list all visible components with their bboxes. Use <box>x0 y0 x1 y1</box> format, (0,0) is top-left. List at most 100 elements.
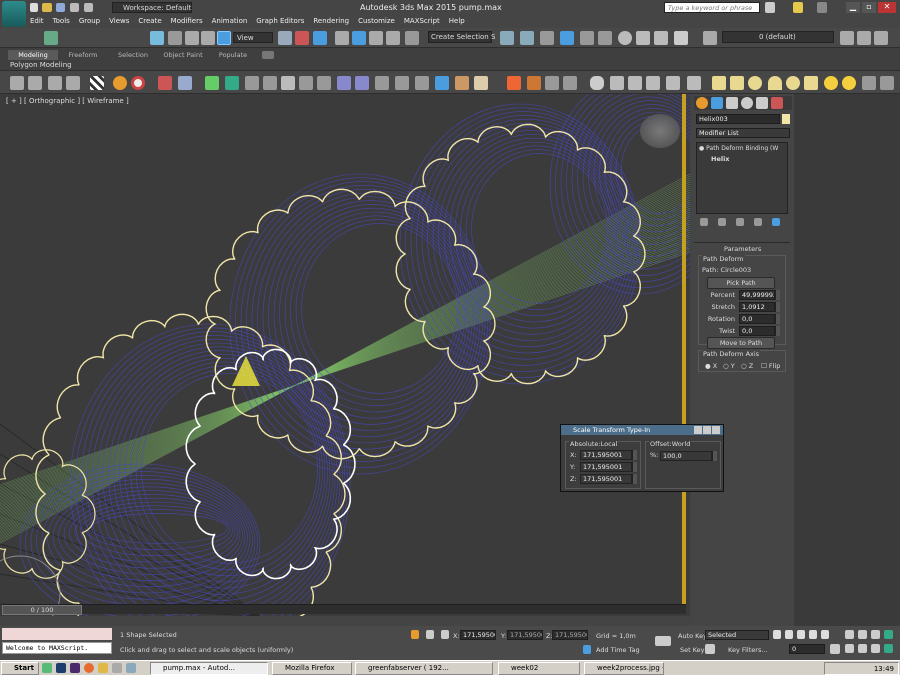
menu-rendering[interactable]: Rendering <box>313 17 349 25</box>
teapot-icon[interactable] <box>590 76 604 90</box>
ribbon-tab-object-paint[interactable]: Object Paint <box>158 50 208 60</box>
toolbar2-icon-19[interactable] <box>545 76 559 90</box>
toolbar2-icon-20[interactable] <box>563 76 577 90</box>
select-region-icon[interactable] <box>150 31 164 45</box>
particles-icon[interactable] <box>178 76 192 90</box>
percent-snap-icon[interactable] <box>369 31 383 45</box>
lock-icon[interactable] <box>281 76 295 90</box>
create-tab-icon[interactable] <box>696 97 708 109</box>
sun-icon[interactable] <box>842 76 856 90</box>
pick-path-button[interactable]: Pick Path <box>707 277 775 289</box>
add-time-tag[interactable]: Add Time Tag <box>596 646 640 654</box>
viewport-label[interactable]: [ + ] [ Orthographic ] [ Wireframe ] <box>6 97 129 105</box>
quicklaunch-icon-7[interactable] <box>126 663 136 673</box>
y-coord-field[interactable]: 171,59500 <box>507 630 543 640</box>
toolbar2-icon-21[interactable] <box>666 76 680 90</box>
scene-explorer-icon[interactable] <box>560 31 574 45</box>
layer-explorer-icon[interactable] <box>874 31 888 45</box>
set-key-icon[interactable] <box>705 644 715 654</box>
spinner-percent[interactable] <box>775 290 780 300</box>
quicklaunch-icon-1[interactable] <box>42 663 52 673</box>
pan-icon[interactable] <box>858 644 867 653</box>
maximize-button[interactable]: ▫ <box>862 2 876 13</box>
toolbar2-icon-18[interactable] <box>527 76 541 90</box>
play-icon[interactable] <box>797 630 805 639</box>
toolbar2-icon-9[interactable] <box>337 76 351 90</box>
toolbar2-icon-7[interactable] <box>299 76 313 90</box>
schematic-view-icon[interactable] <box>598 31 612 45</box>
dialog-close-button[interactable] <box>712 426 720 434</box>
ribbon-options-icon[interactable] <box>262 51 274 59</box>
ribbon-tab-selection[interactable]: Selection <box>108 50 158 60</box>
field-rotation[interactable]: 0,0 <box>739 314 775 324</box>
app-logo-icon[interactable] <box>2 1 26 27</box>
abs-spinner-0[interactable] <box>632 450 637 460</box>
open-icon[interactable] <box>42 3 52 12</box>
previous-frame-icon[interactable] <box>785 630 793 639</box>
remove-modifier-icon[interactable] <box>754 218 762 226</box>
mirror-icon[interactable] <box>500 31 514 45</box>
box-icon[interactable] <box>712 76 726 90</box>
rotate-icon[interactable] <box>185 31 199 45</box>
maxscript-listener[interactable]: Welcome to MAXScript. <box>2 642 112 654</box>
layer-manager-icon[interactable] <box>540 31 554 45</box>
abs-field-0[interactable]: 171,595001 <box>580 450 632 460</box>
start-button[interactable]: Start <box>1 662 39 675</box>
toolbar2-icon-14[interactable] <box>435 76 449 90</box>
curve-editor-icon[interactable] <box>580 31 594 45</box>
toolbar2-icon-3[interactable] <box>48 76 62 90</box>
toolbar2-icon-5[interactable] <box>245 76 259 90</box>
layer-icon[interactable] <box>703 31 717 45</box>
move-to-path-button[interactable]: Move to Path <box>707 337 775 349</box>
dialog-maximize-button[interactable] <box>703 426 711 434</box>
x-coord-field[interactable]: 171,59500 <box>460 630 496 640</box>
menu-help[interactable]: Help <box>449 17 465 25</box>
scale-icon[interactable] <box>201 31 215 45</box>
toolbar2-icon-11[interactable] <box>375 76 389 90</box>
gizmo-icon[interactable] <box>232 356 260 386</box>
lightbulb-icon[interactable]: ● <box>699 145 704 152</box>
spinner-rotation[interactable] <box>775 314 780 324</box>
taskbar-item-2[interactable]: greenfabserver ( 192... <box>355 662 493 675</box>
hierarchy-tab-icon[interactable] <box>726 97 738 109</box>
menu-edit[interactable]: Edit <box>30 17 44 25</box>
rendered-frame-icon[interactable] <box>654 31 668 45</box>
binoculars-icon[interactable] <box>765 2 775 13</box>
toolbar2-icon-16[interactable] <box>474 76 488 90</box>
toolbar2-icon-6[interactable] <box>263 76 277 90</box>
hemisphere-icon[interactable] <box>768 76 782 90</box>
viewcube[interactable] <box>640 114 680 148</box>
menu-graph-editors[interactable]: Graph Editors <box>256 17 304 25</box>
taskbar-item-3[interactable]: week02 <box>498 662 580 675</box>
move-icon[interactable] <box>168 31 182 45</box>
flip-checkbox[interactable]: ☐ Flip <box>761 362 780 370</box>
fov-icon[interactable] <box>845 644 854 653</box>
display-tab-icon[interactable] <box>756 97 768 109</box>
toolbar2-icon-22[interactable] <box>687 76 701 90</box>
ribbon-sublabel[interactable]: Polygon Modeling <box>10 61 72 69</box>
modify-tab-icon[interactable] <box>711 97 723 109</box>
abs-spinner-2[interactable] <box>632 474 637 484</box>
key-icon[interactable] <box>655 636 671 646</box>
helper-icon[interactable] <box>205 76 219 90</box>
keyboard-shortcut-icon[interactable] <box>313 31 327 45</box>
auto-key-button[interactable]: Auto Key <box>678 632 707 640</box>
offset-percent-field[interactable]: 100,0 <box>660 451 712 461</box>
show-end-result-icon[interactable] <box>718 218 726 226</box>
dialog-titlebar[interactable]: Scale Transform Type-In <box>561 425 723 435</box>
taskbar-item-1[interactable]: Mozilla Firefox <box>272 662 352 675</box>
dialog-minimize-button[interactable] <box>694 426 702 434</box>
utilities-tab-icon[interactable] <box>771 97 783 109</box>
menu-group[interactable]: Group <box>79 17 100 25</box>
premiere-icon[interactable] <box>70 663 80 673</box>
z-coord-field[interactable]: 171,59500 <box>552 630 588 640</box>
render-setup-icon-2[interactable] <box>610 76 624 90</box>
spinner-snap-icon[interactable] <box>386 31 400 45</box>
isolate-icon[interactable] <box>411 630 419 639</box>
axis-radio-x[interactable]: ● X <box>705 362 717 370</box>
offset-percent-spinner[interactable] <box>712 451 717 461</box>
selection-lock-icon[interactable] <box>426 630 434 639</box>
abs-field-2[interactable]: 171,595001 <box>580 474 632 484</box>
toolbar2-icon-23[interactable] <box>862 76 876 90</box>
new-icon[interactable] <box>30 3 38 12</box>
